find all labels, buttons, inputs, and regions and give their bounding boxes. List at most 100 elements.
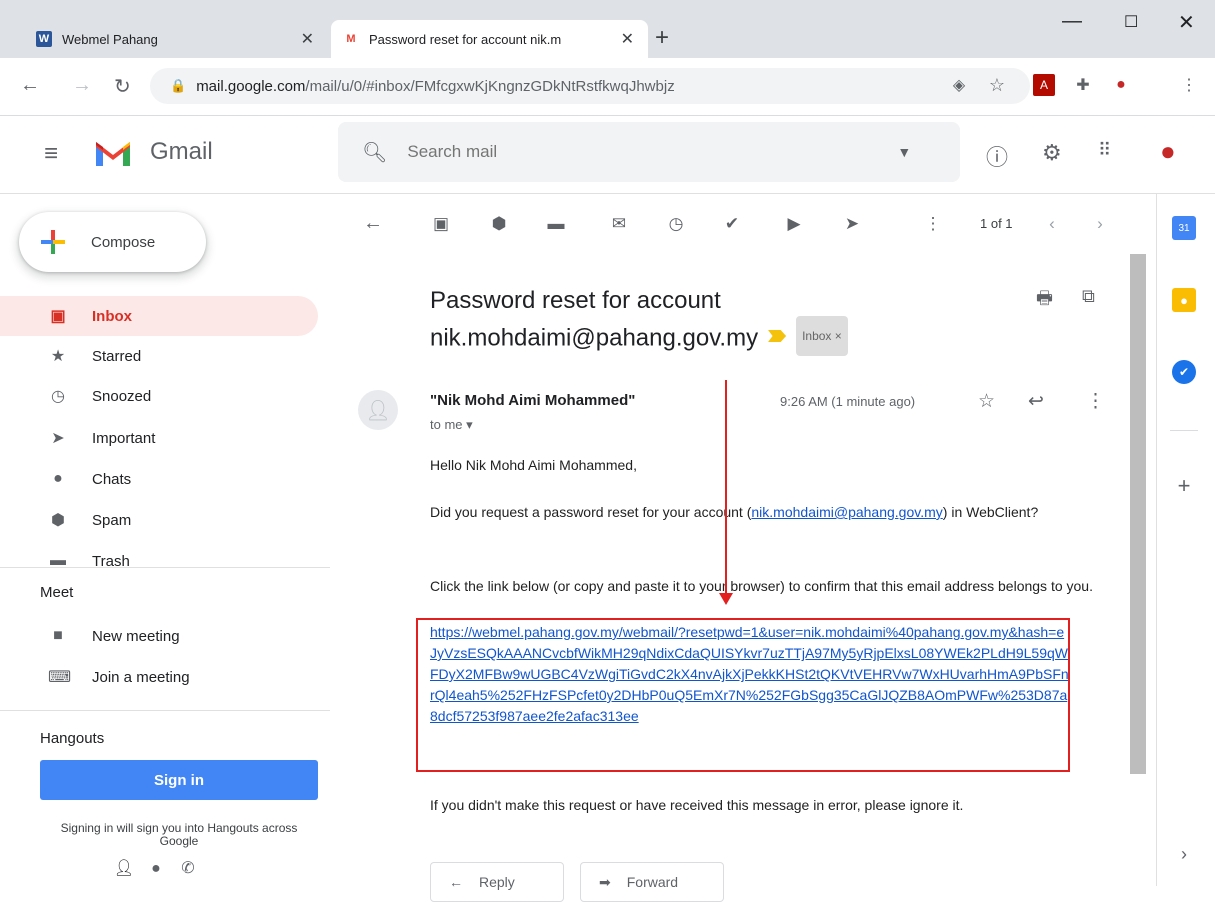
show-side-panel-icon[interactable]: › xyxy=(1172,842,1196,866)
mark-unread-icon[interactable]: ✉ xyxy=(607,214,631,234)
main-menu-icon[interactable]: ≡ xyxy=(44,140,58,168)
get-addons-icon[interactable]: + xyxy=(1172,473,1196,498)
sidebar-item-important[interactable]: ➤ Important xyxy=(0,418,318,458)
back-icon[interactable]: ← xyxy=(20,74,40,97)
tab-close-icon[interactable]: ✕ xyxy=(621,29,634,49)
reply-icon[interactable]: ↩ xyxy=(1028,390,1044,413)
tab-gmail[interactable]: M Password reset for account nik.m ✕ xyxy=(331,20,648,58)
snooze-icon[interactable]: ◷ xyxy=(664,214,688,234)
important-marker-icon[interactable] xyxy=(768,330,787,342)
gmail-favicon-icon: M xyxy=(346,33,356,45)
add-to-tasks-icon[interactable]: ✔ xyxy=(720,214,744,234)
sidebar-item-spam[interactable]: ⬢ Spam xyxy=(0,500,318,540)
browser-menu-icon[interactable]: ⋮ xyxy=(1178,74,1200,96)
webmel-favicon-icon: W xyxy=(36,31,52,47)
keep-icon[interactable]: ● xyxy=(1172,288,1196,312)
sidebar-item-chats[interactable]: ● Chats xyxy=(0,459,318,499)
email-paragraph: Click the link below (or copy and paste … xyxy=(430,578,1093,594)
newer-icon[interactable]: ‹ xyxy=(1040,214,1064,234)
email-greeting: Hello Nik Mohd Aimi Mohammed, xyxy=(430,457,637,473)
sidebar-item-trash[interactable]: ▬ Trash xyxy=(0,541,318,566)
forward-icon: ➡ xyxy=(599,873,611,890)
phone-icon[interactable]: ✆ xyxy=(172,858,204,878)
reply-button[interactable]: ← Reply xyxy=(430,862,564,902)
new-tab-button[interactable]: + xyxy=(655,24,669,52)
bookmark-star-icon[interactable]: ☆ xyxy=(986,74,1008,96)
tab-webmel-pahang[interactable]: W Webmel Pahang ✕ xyxy=(24,20,328,58)
more-options-icon[interactable]: ⋮ xyxy=(1086,390,1105,413)
search-icon[interactable]: 🔍︎ xyxy=(362,140,387,165)
address-bar[interactable]: 🔒 mail.google.com/mail/u/0/#inbox/FMfcgx… xyxy=(150,68,1030,104)
print-icon[interactable]: 🖶︎ xyxy=(1036,286,1053,316)
compose-label: Compose xyxy=(91,233,156,251)
calendar-icon[interactable]: 31 xyxy=(1172,216,1196,240)
compose-button[interactable]: Compose xyxy=(19,212,206,272)
eye-icon[interactable]: ◈ xyxy=(948,74,970,96)
tab-close-icon[interactable]: ✕ xyxy=(301,29,314,49)
keyboard-icon: ⌨ xyxy=(48,669,72,686)
search-input[interactable] xyxy=(407,142,868,162)
trash-icon: ▬ xyxy=(50,552,66,566)
hangouts-section-title: Hangouts xyxy=(40,730,105,747)
spam-icon: ⬢ xyxy=(51,512,65,529)
meet-section-title: Meet xyxy=(40,584,74,601)
open-new-window-icon[interactable]: ⧉ xyxy=(1082,286,1095,307)
labels-icon[interactable]: ➤ xyxy=(840,214,864,234)
more-options-icon[interactable]: ⋮ xyxy=(921,214,945,234)
report-spam-icon[interactable]: ⬢ xyxy=(487,214,511,234)
email-subject: Password reset for account nik.mohdaimi@… xyxy=(430,283,890,359)
compose-plus-icon xyxy=(41,230,65,254)
tasks-icon[interactable]: ✔ xyxy=(1172,360,1196,384)
sender-avatar[interactable]: 👤︎ xyxy=(358,390,398,430)
archive-icon[interactable]: ▣ xyxy=(429,214,453,234)
apps-grid-icon[interactable]: ⠿ xyxy=(1098,140,1111,161)
account-avatar[interactable]: ● xyxy=(1160,136,1176,167)
new-meeting-item[interactable]: ■ New meeting xyxy=(0,616,318,656)
sidebar-item-label: Spam xyxy=(92,511,132,529)
recipient-details[interactable]: to me ▾ xyxy=(430,417,473,433)
maximize-icon[interactable]: ☐ xyxy=(1124,12,1138,32)
inbox-label-chip[interactable]: Inbox × xyxy=(796,316,848,356)
search-bar[interactable]: 🔍︎ ▼ xyxy=(338,122,960,182)
meet-item-label: New meeting xyxy=(92,627,180,645)
sidebar-item-snoozed[interactable]: ◷ Snoozed xyxy=(0,376,318,416)
join-meeting-item[interactable]: ⌨ Join a meeting xyxy=(0,657,318,697)
email-address-link[interactable]: nik.mohdaimi@pahang.gov.my xyxy=(751,504,942,520)
help-icon[interactable]: ⓘ xyxy=(986,140,1008,172)
pdf-extension-icon[interactable]: A xyxy=(1033,74,1055,96)
window-close-icon[interactable]: ✕ xyxy=(1178,10,1195,35)
divider xyxy=(1170,430,1198,431)
forward-label: Forward xyxy=(626,874,679,890)
url-host: mail.google.com xyxy=(196,77,306,95)
sidebar-item-inbox[interactable]: ▣ Inbox xyxy=(0,296,318,336)
hangouts-sign-in-button[interactable]: Sign in xyxy=(40,760,318,800)
hangouts-sign-in-note: Signing in will sign you into Hangouts a… xyxy=(60,822,298,848)
profile-extension-icon[interactable]: ● xyxy=(1110,74,1132,96)
extensions-puzzle-icon[interactable]: ✚ xyxy=(1072,74,1094,96)
sidebar-item-label: Important xyxy=(92,429,156,447)
highlight-box xyxy=(416,618,1070,772)
forward-button[interactable]: ➡ Forward xyxy=(580,862,724,902)
email-timestamp: 9:26 AM (1 minute ago) xyxy=(780,394,916,409)
delete-icon[interactable]: ▬ xyxy=(544,214,568,234)
minimize-icon[interactable]: — xyxy=(1062,10,1082,33)
star-icon: ★ xyxy=(50,348,66,365)
forward-icon[interactable]: → xyxy=(72,74,92,97)
email-paragraph: Did you request a password reset for you… xyxy=(430,502,1090,522)
person-icon[interactable]: 👤︎ xyxy=(108,858,140,878)
search-options-icon[interactable]: ▼ xyxy=(897,144,911,160)
star-icon[interactable]: ☆ xyxy=(978,390,995,413)
sidebar-item-starred[interactable]: ★ Starred xyxy=(0,336,318,376)
divider xyxy=(0,567,330,568)
reply-icon: ← xyxy=(449,874,463,890)
reload-icon[interactable]: ↻ xyxy=(114,74,131,99)
gmail-wordmark: Gmail xyxy=(150,138,213,165)
settings-gear-icon[interactable]: ⚙ xyxy=(1042,140,1062,166)
chat-bubble-icon[interactable]: ● xyxy=(140,860,172,878)
scrollbar-thumb[interactable] xyxy=(1130,254,1146,774)
annotation-arrowhead xyxy=(719,593,733,605)
older-icon[interactable]: › xyxy=(1088,214,1112,234)
sender-name[interactable]: "Nik Mohd Aimi Mohammed" xyxy=(430,392,635,409)
move-to-icon[interactable]: ▶ xyxy=(782,214,806,234)
back-to-inbox-icon[interactable]: ← xyxy=(361,212,385,235)
